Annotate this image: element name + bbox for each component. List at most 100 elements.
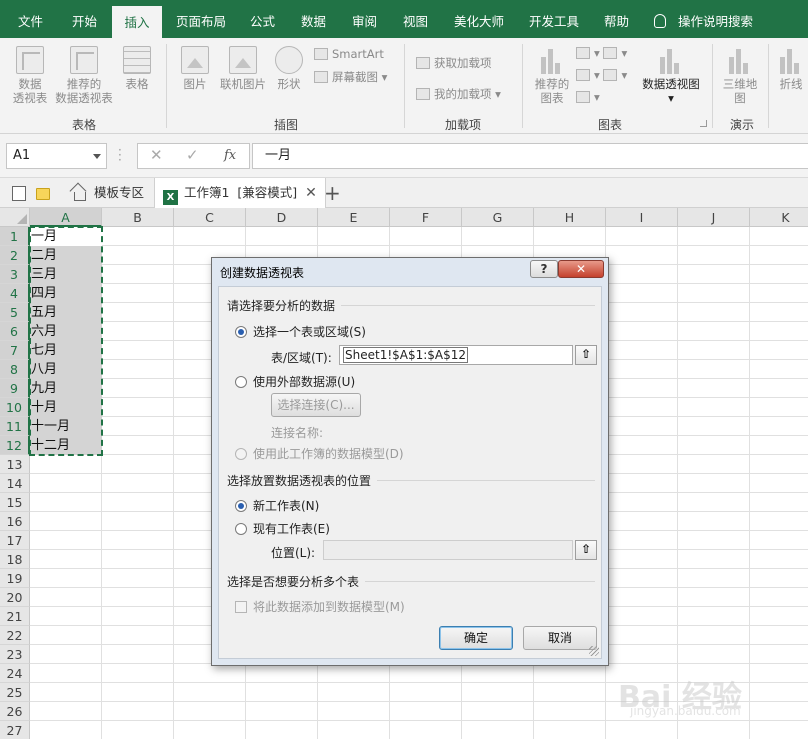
row-header-11[interactable]: 11 bbox=[0, 417, 30, 436]
location-collapse-button[interactable]: ⇧ bbox=[575, 540, 597, 560]
picture-button[interactable]: 图片 bbox=[178, 46, 212, 91]
tab-formulas[interactable]: 公式 bbox=[250, 0, 275, 38]
row-header-19[interactable]: 19 bbox=[0, 569, 30, 588]
row-header-1[interactable]: 1 bbox=[0, 227, 30, 246]
tab-file[interactable]: 文件 bbox=[18, 0, 43, 38]
column-header-j[interactable]: J bbox=[678, 208, 750, 227]
my-addins-button[interactable]: 我的加载项 ▾ bbox=[416, 86, 501, 102]
column-header-i[interactable]: I bbox=[606, 208, 678, 227]
row-header-2[interactable]: 2 bbox=[0, 246, 30, 265]
row-header-27[interactable]: 27 bbox=[0, 721, 30, 739]
pivot-table-button[interactable]: 数据 透视表 bbox=[8, 46, 52, 105]
online-picture-button[interactable]: 联机图片 bbox=[216, 46, 270, 91]
tab-beautify-master[interactable]: 美化大师 bbox=[454, 0, 504, 38]
cancel-icon[interactable]: ✕ bbox=[150, 146, 163, 164]
shapes-button[interactable]: 形状 bbox=[272, 46, 306, 91]
charts-dialog-launcher[interactable] bbox=[700, 120, 707, 127]
range-collapse-button[interactable]: ⇧ bbox=[575, 345, 597, 365]
column-header-e[interactable]: E bbox=[318, 208, 390, 227]
cancel-button[interactable]: 取消 bbox=[523, 626, 597, 650]
globe-icon bbox=[726, 46, 754, 74]
row-header-15[interactable]: 15 bbox=[0, 493, 30, 512]
row-header-21[interactable]: 21 bbox=[0, 607, 30, 626]
column-header-c[interactable]: C bbox=[174, 208, 246, 227]
help-button[interactable]: ? bbox=[530, 260, 558, 278]
row-header-12[interactable]: 12 bbox=[0, 436, 30, 455]
tab-data[interactable]: 数据 bbox=[301, 0, 326, 38]
recommended-pivot-button[interactable]: 推荐的 数据透视表 bbox=[52, 46, 116, 105]
insert-function-icon[interactable]: fx bbox=[224, 148, 236, 163]
get-addins-button[interactable]: 获取加载项 bbox=[416, 55, 492, 71]
row-header-3[interactable]: 3 bbox=[0, 265, 30, 284]
column-header-h[interactable]: H bbox=[534, 208, 606, 227]
select-all-button[interactable] bbox=[0, 208, 30, 227]
close-icon[interactable]: ✕ bbox=[305, 178, 317, 208]
ok-button[interactable]: 确定 bbox=[439, 626, 513, 650]
3d-map-button[interactable]: 三维地 图 bbox=[720, 46, 760, 105]
pie-chart-button[interactable]: ▾ bbox=[576, 90, 600, 104]
row-header-8[interactable]: 8 bbox=[0, 360, 30, 379]
column-chart-button[interactable]: ▾ ▾ bbox=[576, 46, 627, 60]
smartart-button[interactable]: SmartArt bbox=[314, 47, 384, 61]
radio-new-sheet[interactable]: 新工作表(N) bbox=[235, 497, 319, 514]
row-header-5[interactable]: 5 bbox=[0, 303, 30, 322]
tab-developer[interactable]: 开发工具 bbox=[529, 0, 579, 38]
row-header-23[interactable]: 23 bbox=[0, 645, 30, 664]
column-header-a[interactable]: A bbox=[30, 208, 102, 227]
range-input[interactable]: Sheet1!$A$1:$A$12 bbox=[339, 345, 573, 365]
recommended-charts-button[interactable]: 推荐的 图表 bbox=[530, 46, 574, 105]
template-tab[interactable]: 模板专区 bbox=[62, 178, 144, 208]
formula-input[interactable]: 一月 bbox=[252, 143, 808, 169]
row-header-26[interactable]: 26 bbox=[0, 702, 30, 721]
column-header-f[interactable]: F bbox=[390, 208, 462, 227]
location-input[interactable] bbox=[323, 540, 573, 560]
pivot-chart-button[interactable]: 数据透视图 ▾ bbox=[638, 46, 704, 105]
folder-icon[interactable] bbox=[36, 188, 50, 200]
drag-handle-icon[interactable]: · · · bbox=[118, 144, 122, 166]
row-header-13[interactable]: 13 bbox=[0, 455, 30, 474]
choose-connection-button[interactable]: 选择连接(C)... bbox=[271, 393, 361, 417]
row-header-16[interactable]: 16 bbox=[0, 512, 30, 531]
row-header-22[interactable]: 22 bbox=[0, 626, 30, 645]
tab-page-layout[interactable]: 页面布局 bbox=[176, 0, 226, 38]
tab-view[interactable]: 视图 bbox=[403, 0, 428, 38]
column-header-g[interactable]: G bbox=[462, 208, 534, 227]
row-header-25[interactable]: 25 bbox=[0, 683, 30, 702]
column-header-d[interactable]: D bbox=[246, 208, 318, 227]
table-button[interactable]: 表格 bbox=[120, 46, 154, 91]
column-header-b[interactable]: B bbox=[102, 208, 174, 227]
row-header-18[interactable]: 18 bbox=[0, 550, 30, 569]
workbook-tab[interactable]: X 工作簿1 [兼容模式] ✕ bbox=[154, 178, 326, 209]
name-box[interactable]: A1 bbox=[6, 143, 107, 169]
row-header-7[interactable]: 7 bbox=[0, 341, 30, 360]
row-header-24[interactable]: 24 bbox=[0, 664, 30, 683]
radio-select-range[interactable]: 选择一个表或区域(S) bbox=[235, 323, 366, 340]
row-header-17[interactable]: 17 bbox=[0, 531, 30, 550]
bar-chart-button[interactable]: ▾ ▾ bbox=[576, 68, 627, 82]
add-tab-icon[interactable]: + bbox=[324, 180, 341, 206]
row-header-6[interactable]: 6 bbox=[0, 322, 30, 341]
row-header-4[interactable]: 4 bbox=[0, 284, 30, 303]
tab-insert[interactable]: 插入 bbox=[112, 6, 162, 38]
sparkline-line-button[interactable]: 折线 bbox=[774, 46, 808, 91]
row-header-20[interactable]: 20 bbox=[0, 588, 30, 607]
new-file-icon[interactable] bbox=[12, 186, 26, 201]
tab-help[interactable]: 帮助 bbox=[604, 0, 629, 38]
screenshot-button[interactable]: 屏幕截图 ▾ bbox=[314, 69, 387, 85]
row-header-9[interactable]: 9 bbox=[0, 379, 30, 398]
tab-home[interactable]: 开始 bbox=[72, 0, 97, 38]
radio-external-source[interactable]: 使用外部数据源(U) bbox=[235, 373, 355, 390]
close-button[interactable]: ✕ bbox=[558, 260, 604, 278]
column-header-k[interactable]: K bbox=[750, 208, 808, 227]
chevron-down-icon[interactable] bbox=[93, 154, 101, 159]
row-header-10[interactable]: 10 bbox=[0, 398, 30, 417]
resize-grip-icon[interactable] bbox=[589, 646, 599, 656]
enter-icon[interactable]: ✓ bbox=[186, 146, 199, 164]
add-to-data-model-checkbox[interactable]: 将此数据添加到数据模型(M) bbox=[235, 598, 405, 615]
tab-review[interactable]: 审阅 bbox=[352, 0, 377, 38]
radio-existing-sheet[interactable]: 现有工作表(E) bbox=[235, 520, 330, 537]
tell-me-search[interactable]: 操作说明搜索 bbox=[654, 0, 753, 38]
row-header-14[interactable]: 14 bbox=[0, 474, 30, 493]
sparkline-line-label: 折线 bbox=[779, 77, 803, 91]
radio-data-model[interactable]: 使用此工作簿的数据模型(D) bbox=[235, 445, 404, 462]
